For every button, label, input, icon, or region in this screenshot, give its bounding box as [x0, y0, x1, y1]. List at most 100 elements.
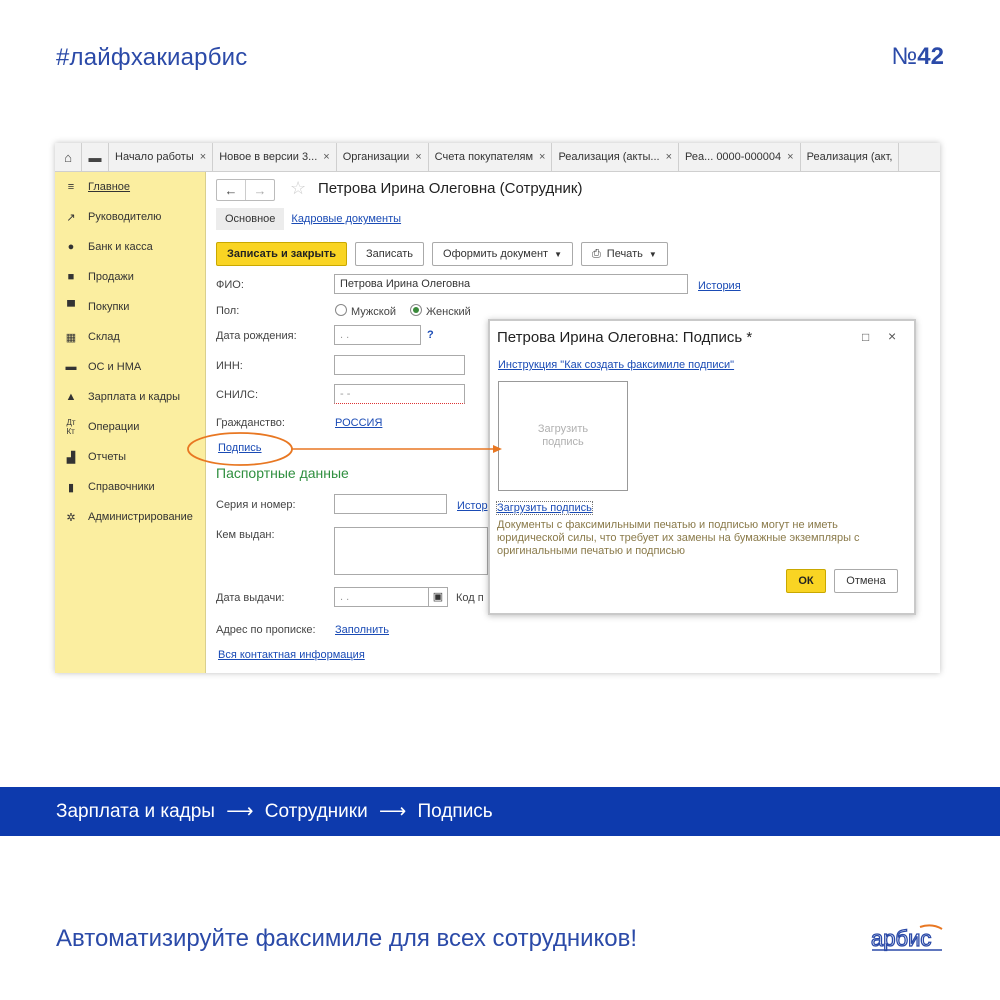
close-icon[interactable]: ×	[787, 151, 793, 163]
signature-link[interactable]: Подпись	[218, 442, 262, 454]
sidebar-item-manager[interactable]: ↗ Руководителю	[55, 202, 205, 232]
sidebar-item-purchases[interactable]: ▀ Покупки	[55, 292, 205, 322]
fio-field[interactable]: Петрова Ирина Олеговна	[334, 274, 688, 294]
dropdown-arrow-icon: ▼	[554, 249, 562, 259]
sidebar-item-label: Продажи	[88, 271, 134, 283]
issued-by-field[interactable]	[334, 527, 488, 575]
birth-date-field[interactable]: . .	[334, 325, 421, 345]
cart-icon: ▀	[67, 301, 75, 313]
nav-buttons: ← →	[216, 179, 275, 201]
printer-icon: ⎙	[591, 247, 601, 260]
tab-invoices[interactable]: Счета покупателям ×	[429, 143, 553, 171]
tab-new-version[interactable]: Новое в версии 3... ×	[213, 143, 337, 171]
sidebar-item-assets[interactable]: ▬ ОС и НМА	[55, 352, 205, 382]
print-button[interactable]: ⎙ Печать ▼	[580, 242, 668, 266]
instruction-link[interactable]: Инструкция "Как создать факсимиле подпис…	[498, 359, 734, 371]
tab-start[interactable]: Начало работы ×	[109, 143, 214, 171]
address-label: Адрес по прописке:	[216, 624, 316, 636]
trend-icon: ↗	[66, 211, 76, 224]
breadcrumb-separator: ⟶	[226, 801, 254, 822]
gender-female-label: Женский	[426, 306, 471, 318]
dialog-title: Петрова Ирина Олеговна: Подпись *	[497, 329, 753, 346]
home-icon[interactable]: ⌂	[55, 143, 82, 171]
close-icon[interactable]: ×	[323, 151, 329, 163]
close-icon[interactable]: ×	[888, 328, 896, 344]
sidebar-item-reports[interactable]: ▟ Отчеты	[55, 442, 205, 472]
sidebar: ≡ Главное ↗ Руководителю ● Банк и касса ■ Пр…	[55, 172, 206, 673]
inn-field[interactable]	[334, 355, 465, 375]
sidebar-item-admin[interactable]: ✲ Администрирование	[55, 502, 205, 532]
breadcrumb: Зарплата и кадры ⟶ Сотрудники ⟶ Подпись	[56, 800, 493, 823]
gender-male-radio[interactable]: Мужской	[335, 304, 396, 318]
svg-text:арбис: арбис	[871, 926, 931, 951]
issue-number: №42	[891, 43, 944, 70]
series-history-link[interactable]: Истор	[457, 500, 488, 512]
save-button[interactable]: Записать	[355, 242, 425, 266]
gender-male-label: Мужской	[351, 306, 396, 318]
tab-sales-doc[interactable]: Реа... 0000-000004 ×	[679, 143, 801, 171]
sidebar-item-sales[interactable]: ■ Продажи	[55, 262, 205, 292]
snils-field[interactable]: - -	[334, 384, 465, 404]
passport-section-header: Паспортные данные	[216, 465, 349, 481]
issue-date-field[interactable]: . .	[334, 587, 430, 607]
sidebar-item-catalogs[interactable]: ▮ Справочники	[55, 472, 205, 502]
person-icon: ▲	[65, 391, 77, 403]
page-title: Петрова Ирина Олеговна (Сотрудник)	[318, 180, 583, 197]
gender-label: Пол:	[216, 305, 240, 317]
subtab-hr-docs[interactable]: Кадровые документы	[291, 213, 401, 225]
history-link[interactable]: История	[698, 280, 741, 292]
sidebar-item-label: ОС и НМА	[88, 361, 142, 373]
sidebar-item-label: Банк и касса	[88, 241, 153, 253]
ok-button[interactable]: ОК	[786, 569, 826, 593]
tab-organizations[interactable]: Организации ×	[337, 143, 429, 171]
subtab-main[interactable]: Основное	[216, 208, 285, 230]
address-fill-link[interactable]: Заполнить	[335, 624, 389, 636]
breadcrumb-separator: ⟶	[378, 801, 407, 822]
forward-arrow-icon[interactable]: →	[245, 180, 274, 200]
sidebar-item-label: Операции	[88, 421, 140, 433]
sidebar-item-warehouse[interactable]: ▦ Склад	[55, 322, 205, 352]
maximize-icon[interactable]: □	[862, 330, 869, 344]
tab-sales-acts[interactable]: Реализация (акты... ×	[552, 143, 679, 171]
bar-chart-icon: ▟	[66, 451, 76, 464]
arbis-logo: арбис	[870, 924, 943, 952]
sidebar-item-label: Склад	[88, 331, 120, 343]
gender-female-radio[interactable]: Женский	[410, 304, 471, 318]
breadcrumb-item: Подпись	[417, 801, 493, 822]
close-icon[interactable]: ×	[200, 151, 206, 163]
save-close-button[interactable]: Записать и закрыть	[216, 242, 348, 266]
favorite-star-icon[interactable]: ☆	[290, 178, 306, 199]
placeholder-text: Загрузить подпись	[537, 423, 589, 448]
breadcrumb-item: Зарплата и кадры	[56, 801, 215, 822]
cancel-button[interactable]: Отмена	[834, 569, 898, 593]
make-document-button[interactable]: Оформить документ ▼	[432, 242, 573, 266]
sidebar-item-payroll[interactable]: ▲ Зарплата и кадры	[55, 382, 205, 412]
upload-signature-link[interactable]: Загрузить подпись	[496, 501, 593, 515]
series-field[interactable]	[334, 494, 447, 514]
all-contacts-link[interactable]: Вся контактная информация	[218, 649, 365, 661]
sidebar-item-main[interactable]: ≡ Главное	[55, 172, 205, 202]
close-icon[interactable]: ×	[415, 151, 421, 163]
sidebar-item-operations[interactable]: Дт Кт Операции	[55, 412, 205, 442]
signature-image-placeholder[interactable]: Загрузить подпись	[498, 381, 628, 491]
tab-sales-act[interactable]: Реализация (акт,	[801, 143, 900, 171]
truck-icon: ▬	[65, 361, 77, 373]
bag-icon: ■	[67, 271, 75, 283]
citizenship-link[interactable]: РОССИЯ	[335, 417, 382, 429]
sidebar-item-bank[interactable]: ● Банк и касса	[55, 232, 205, 262]
back-arrow-icon[interactable]: ←	[217, 180, 245, 200]
dropdown-arrow-icon: ▼	[648, 249, 657, 259]
app-screenshot: ⌂ ▬ Начало работы × Новое в версии 3... × …	[55, 143, 940, 673]
snils-label: СНИЛС:	[216, 389, 259, 401]
code-label: Код п	[456, 592, 484, 604]
hashtag-title: #лайфхакиарбис	[56, 44, 248, 71]
close-icon[interactable]: ×	[539, 151, 545, 163]
calendar-icon[interactable]: ▣	[428, 587, 448, 607]
tab-bar: ⌂ ▬ Начало работы × Новое в версии 3... × …	[55, 143, 940, 172]
close-icon[interactable]: ×	[666, 151, 672, 163]
form-subtabs: Основное Кадровые документы	[216, 208, 401, 230]
bookmark-icon[interactable]: ▬	[82, 143, 109, 171]
series-label: Серия и номер:	[216, 499, 296, 511]
help-icon[interactable]: ?	[427, 329, 434, 341]
sidebar-item-label: Зарплата и кадры	[88, 391, 181, 403]
